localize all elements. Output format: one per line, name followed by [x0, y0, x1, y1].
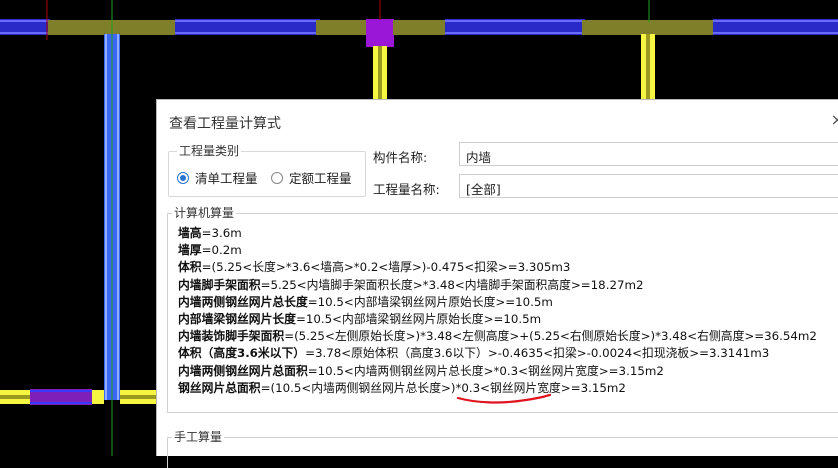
- calc-line-expr: =5.25<内墙脚手架面积长度>*3.48<内墙脚手架面积高度>=18.27m2: [260, 277, 644, 292]
- calc-formula-list: 墙高 =3.6m 墙厚 =0.2m 体积 =(5.25<长度>*3.6<墙高>*0.2…: [178, 225, 817, 397]
- calc-line-expr: =10.5<内墙两侧钢丝网片总长度>*0.3<钢丝网片宽度>=3.15m2: [307, 363, 664, 378]
- calc-line: 墙高 =3.6m: [178, 225, 817, 242]
- computer-calc-box[interactable]: 计算机算量 墙高 =3.6m 墙厚 =0.2m 体积 =(5.25<长度>*3.6<墙…: [167, 206, 838, 413]
- component-name-label: 构件名称:: [373, 150, 428, 165]
- calc-line-expr: =0.2m: [201, 243, 242, 258]
- calc-line: 内墙两侧钢丝网片总长度 =10.5<内部墙梁钢丝网片原始长度>=10.5m: [178, 294, 817, 311]
- beam-top-3[interactable]: [393, 20, 447, 35]
- calc-line: 内墙两侧钢丝网片总面积 =10.5<内墙两侧钢丝网片总长度>*0.3<钢丝网片宽度…: [178, 363, 817, 380]
- radio-quota-quantity[interactable]: 定额工程量: [271, 168, 352, 187]
- wall-bottom-yellow-mid[interactable]: [92, 390, 104, 404]
- calc-line: 墙厚 =0.2m: [178, 242, 817, 259]
- calc-line-expr: =3.78<原始体积（高度3.6以下）>-0.4635<扣梁>-0.0024<扣…: [305, 346, 770, 361]
- qty-category-group: 工程量类别 清单工程量 定额工程量: [168, 144, 366, 197]
- calc-line-expr: =(10.5<内墙两侧钢丝网片总长度>)*0.3<钢丝网片宽度>=3.15m2: [260, 380, 626, 395]
- calc-line: 内墙脚手架面积 =5.25<内墙脚手架面积长度>*3.48<内墙脚手架面积高度>=…: [178, 277, 817, 294]
- dialog-title: 查看工程量计算式: [169, 116, 281, 132]
- calc-line-expr: =(5.25<长度>*3.6<墙高>*0.2<墙厚>)-0.475<扣梁>=3.…: [201, 260, 571, 275]
- computer-calc-legend: 计算机算量: [172, 206, 237, 220]
- calc-line-name: 钢丝网片总面积: [178, 380, 261, 395]
- radio-label-quota: 定额工程量: [289, 171, 352, 186]
- calc-line-expr: =(5.25<左侧原始长度>)*3.48<左侧高度>+(5.25<右侧原始长度>…: [284, 329, 817, 344]
- beam-top-4[interactable]: [582, 20, 714, 35]
- radio-unselected-icon[interactable]: [271, 171, 283, 184]
- qty-name-label: 工程量名称:: [373, 182, 440, 197]
- dialog-view-quantity-formula: 查看工程量计算式 × 工程量类别 清单工程量 定额工程量 构件名称: 内墙 工程…: [156, 99, 838, 468]
- calc-line: 内墙装饰脚手架面积 =(5.25<左侧原始长度>)*3.48<左侧高度>+(5.2…: [178, 328, 817, 345]
- calc-line-name: 内墙两侧钢丝网片总长度: [178, 294, 308, 309]
- calc-line-expr: =10.5<内部墙梁钢丝网片原始长度>=10.5m: [295, 312, 542, 327]
- calc-line-name: 内部墙梁钢丝网片长度: [178, 312, 296, 327]
- component-name-field[interactable]: 内墙: [459, 142, 838, 166]
- calc-line-expr: =3.6m: [201, 226, 242, 240]
- calc-line-name: 墙高: [178, 226, 202, 240]
- calc-line: 体积 =(5.25<长度>*3.6<墙高>*0.2<墙厚>)-0.475<扣梁>=…: [178, 259, 817, 276]
- calc-line: 体积（高度3.6米以下） =3.78<原始体积（高度3.6以下）>-0.4635<…: [178, 345, 817, 362]
- calc-line-expr: =10.5<内部墙梁钢丝网片原始长度>=10.5m: [307, 294, 553, 309]
- calc-line: 内部墙梁钢丝网片长度 =10.5<内部墙梁钢丝网片原始长度>=10.5m: [178, 311, 817, 328]
- radio-label-list: 清单工程量: [195, 171, 258, 186]
- manual-calc-box[interactable]: 手工算量: [167, 430, 838, 468]
- beam-top-2[interactable]: [316, 20, 370, 35]
- calc-line-name: 体积: [178, 260, 202, 275]
- qty-category-legend: 工程量类别: [177, 144, 242, 158]
- radio-selected-icon[interactable]: [177, 171, 189, 184]
- calc-line-name: 内墙两侧钢丝网片总面积: [178, 363, 308, 378]
- close-icon[interactable]: ×: [831, 110, 838, 129]
- qty-name-field[interactable]: [全部]: [459, 174, 838, 198]
- column-top[interactable]: [366, 19, 394, 47]
- calc-line-name: 墙厚: [178, 243, 202, 258]
- radio-list-quantity[interactable]: 清单工程量: [177, 168, 258, 187]
- manual-calc-legend: 手工算量: [172, 430, 225, 444]
- red-underline-annotation: [456, 393, 552, 404]
- calc-line-name: 内墙脚手架面积: [178, 277, 261, 292]
- calc-line-name: 体积（高度3.6米以下）: [178, 346, 306, 361]
- calc-line-name: 内墙装饰脚手架面积: [178, 329, 285, 344]
